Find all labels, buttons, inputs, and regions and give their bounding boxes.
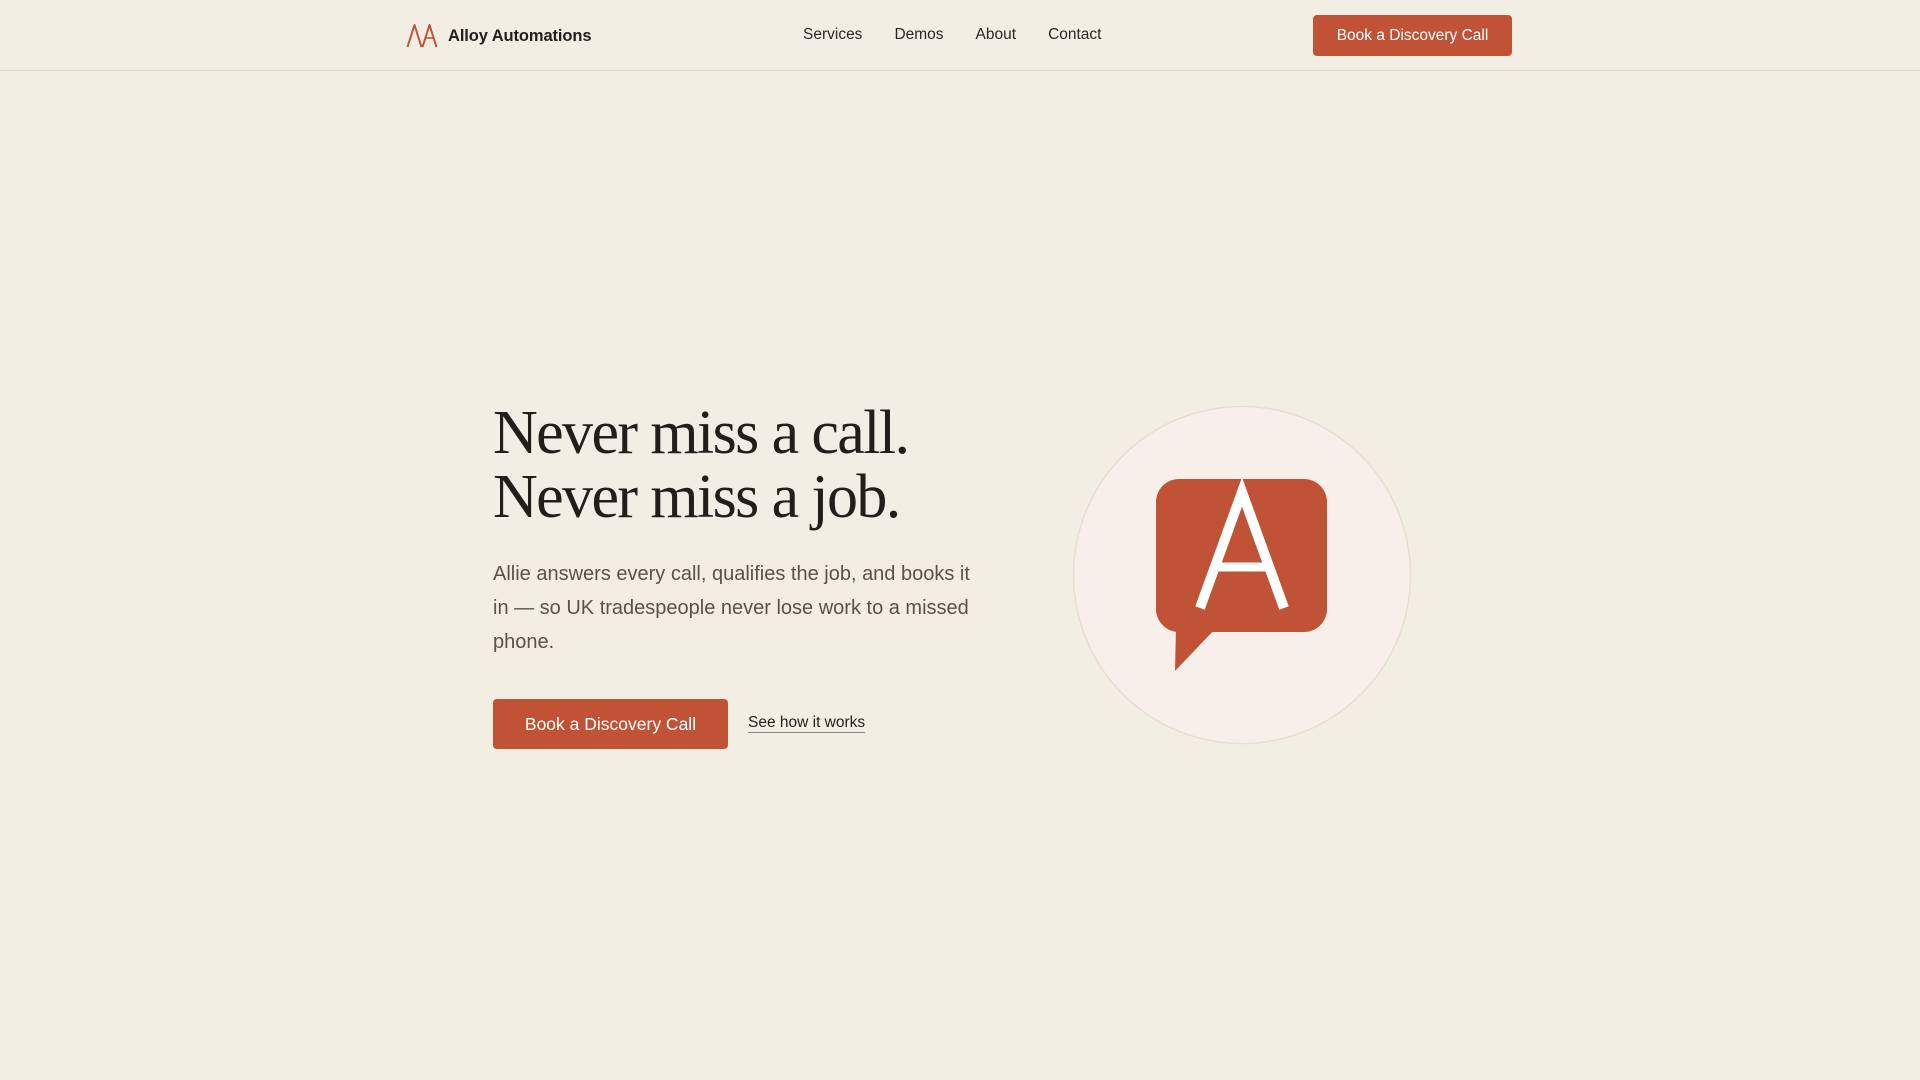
chat-bubble-a-icon — [1072, 405, 1412, 745]
see-how-it-works-link[interactable]: See how it works — [748, 714, 866, 733]
hero-headline-line-1: Never miss a call. — [493, 399, 910, 467]
brand-logo-link[interactable]: Alloy Automations — [406, 22, 592, 50]
header-book-call-button[interactable]: Book a Discovery Call — [1313, 15, 1512, 56]
hero-illustration — [1072, 405, 1412, 745]
nav-link-contact[interactable]: Contact — [1048, 25, 1101, 45]
double-a-monogram-icon — [406, 24, 438, 48]
hero-headline: Never miss a call. Never miss a job. — [493, 399, 910, 531]
hero-description: Allie answers every call, qualifies the … — [493, 563, 970, 653]
hero-headline-line-2: Never miss a job. — [493, 463, 901, 531]
nav-link-about[interactable]: About — [976, 25, 1017, 45]
brand-name: Alloy Automations — [448, 26, 592, 45]
site-header: Alloy Automations Services Demos About C… — [0, 0, 1920, 71]
hero-book-call-button[interactable]: Book a Discovery Call — [493, 699, 728, 749]
nav-link-demos[interactable]: Demos — [894, 25, 943, 45]
main-nav: Services Demos About Contact — [803, 25, 1101, 45]
nav-link-services[interactable]: Services — [803, 25, 862, 45]
